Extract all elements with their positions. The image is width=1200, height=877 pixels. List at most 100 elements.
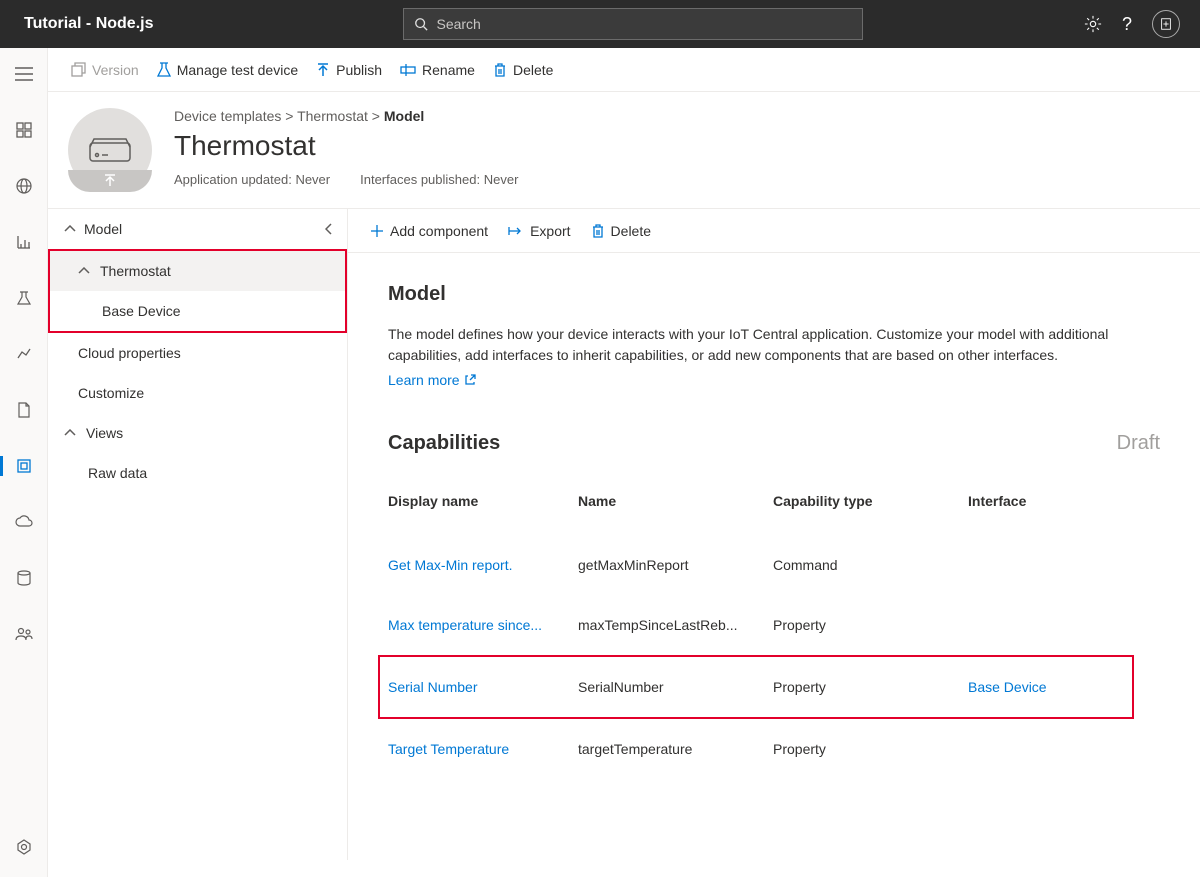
users-icon[interactable] — [0, 618, 48, 650]
cell-type: Property — [773, 679, 968, 695]
tree-root-model[interactable]: Model — [48, 209, 347, 249]
tree-thermostat-label: Thermostat — [100, 263, 171, 279]
model-section-title: Model — [388, 283, 1160, 306]
chart-icon[interactable] — [0, 226, 48, 258]
cell-name: maxTempSinceLastReb... — [578, 617, 773, 633]
manage-label: Manage test device — [177, 62, 298, 78]
export-icon — [508, 224, 524, 238]
col-display-name: Display name — [388, 493, 578, 509]
admin-gear-icon[interactable] — [0, 831, 48, 863]
gear-icon[interactable] — [1084, 15, 1102, 33]
publish-icon — [316, 63, 330, 77]
chevron-left-icon[interactable] — [325, 223, 333, 235]
cell-interface[interactable]: Base Device — [968, 679, 1068, 695]
table-row[interactable]: Get Max-Min report.getMaxMinReportComman… — [388, 535, 1160, 595]
panel-delete-label: Delete — [611, 223, 651, 239]
export-button[interactable]: Export — [508, 223, 570, 239]
cell-name: getMaxMinReport — [578, 557, 773, 573]
tree-item-customize[interactable]: Customize — [48, 373, 347, 413]
search-input[interactable]: Search — [403, 8, 863, 40]
dashboard-icon[interactable] — [0, 114, 48, 146]
tree-item-thermostat[interactable]: Thermostat — [50, 251, 345, 291]
tree-item-base-device[interactable]: Base Device — [50, 291, 345, 331]
search-placeholder: Search — [436, 16, 480, 32]
breadcrumb-device-templates[interactable]: Device templates — [174, 108, 281, 124]
col-interface: Interface — [968, 493, 1068, 509]
cell-display-name[interactable]: Get Max-Min report. — [388, 557, 578, 573]
rename-button[interactable]: Rename — [400, 62, 475, 78]
add-component-button[interactable]: Add component — [370, 223, 488, 239]
hamburger-icon[interactable] — [0, 58, 48, 90]
analytics-icon[interactable] — [0, 338, 48, 370]
device-templates-icon[interactable] — [0, 450, 48, 482]
version-button[interactable]: Version — [70, 62, 139, 78]
tree-views-label: Views — [86, 425, 123, 441]
chevron-up-icon — [78, 267, 90, 275]
add-component-label: Add component — [390, 223, 488, 239]
device-icon — [88, 135, 132, 165]
export-label: Export — [530, 223, 570, 239]
cloud-icon[interactable] — [0, 506, 48, 538]
main-panel: Add component Export Delete Model The mo… — [348, 209, 1200, 860]
page-title: Thermostat — [174, 130, 518, 162]
app-updated: Application updated: Never — [174, 172, 330, 187]
panel-commands: Add component Export Delete — [348, 209, 1200, 253]
table-row[interactable]: Target TemperaturetargetTemperaturePrope… — [388, 719, 1160, 779]
rename-icon — [400, 63, 416, 77]
search-icon — [414, 17, 428, 31]
cell-display-name[interactable]: Max temperature since... — [388, 617, 578, 633]
cell-type: Property — [773, 741, 968, 757]
help-icon[interactable]: ? — [1122, 14, 1132, 35]
cell-display-name[interactable]: Target Temperature — [388, 741, 578, 757]
draft-badge: Draft — [1117, 432, 1160, 455]
table-row[interactable]: Max temperature since...maxTempSinceLast… — [388, 595, 1160, 655]
external-link-icon — [464, 374, 476, 386]
rename-label: Rename — [422, 62, 475, 78]
col-type: Capability type — [773, 493, 968, 509]
cell-type: Property — [773, 617, 968, 633]
account-avatar[interactable] — [1152, 10, 1180, 38]
flask-icon[interactable] — [0, 282, 48, 314]
app-title: Tutorial - Node.js — [8, 15, 153, 33]
cell-display-name[interactable]: Serial Number — [388, 679, 578, 695]
tree-root-label: Model — [84, 221, 122, 237]
globe-icon[interactable] — [0, 170, 48, 202]
publish-label: Publish — [336, 62, 382, 78]
topbar-right: ? — [1084, 10, 1192, 38]
chevron-up-icon — [64, 429, 76, 437]
upload-icon[interactable] — [103, 174, 117, 188]
cell-name: SerialNumber — [578, 679, 773, 695]
interfaces-published: Interfaces published: Never — [360, 172, 518, 187]
topbar: Tutorial - Node.js Search ? — [0, 0, 1200, 48]
breadcrumb-thermostat[interactable]: Thermostat — [297, 108, 368, 124]
model-description: The model defines how your device intera… — [388, 324, 1160, 366]
tree-cloud-label: Cloud properties — [78, 345, 181, 361]
publish-button[interactable]: Publish — [316, 62, 382, 78]
tree-item-raw-data[interactable]: Raw data — [48, 453, 347, 493]
version-icon — [70, 62, 86, 78]
breadcrumb-current: Model — [384, 108, 424, 124]
cell-name: targetTemperature — [578, 741, 773, 757]
tree-item-views[interactable]: Views — [48, 413, 347, 453]
delete-button[interactable]: Delete — [493, 62, 553, 78]
table-row[interactable]: Serial NumberSerialNumberPropertyBase De… — [378, 655, 1134, 719]
chevron-up-icon — [64, 225, 76, 233]
tree-item-cloud-properties[interactable]: Cloud properties — [48, 333, 347, 373]
cell-type: Command — [773, 557, 968, 573]
plus-icon — [370, 224, 384, 238]
version-label: Version — [92, 62, 139, 78]
panel-delete-button[interactable]: Delete — [591, 223, 651, 239]
learn-more-link[interactable]: Learn more — [388, 372, 476, 388]
manage-test-device-button[interactable]: Manage test device — [157, 62, 298, 78]
table-header: Display name Name Capability type Interf… — [388, 479, 1160, 535]
col-name: Name — [578, 493, 773, 509]
content-area: Model The model defines how your device … — [348, 253, 1200, 860]
flask-icon — [157, 62, 171, 78]
highlight-box-tree: Thermostat Base Device — [48, 249, 347, 333]
trash-icon — [493, 62, 507, 78]
tree-raw-label: Raw data — [88, 465, 147, 481]
trash-icon — [591, 223, 605, 239]
file-icon[interactable] — [0, 394, 48, 426]
storage-icon[interactable] — [0, 562, 48, 594]
tree-customize-label: Customize — [78, 385, 144, 401]
